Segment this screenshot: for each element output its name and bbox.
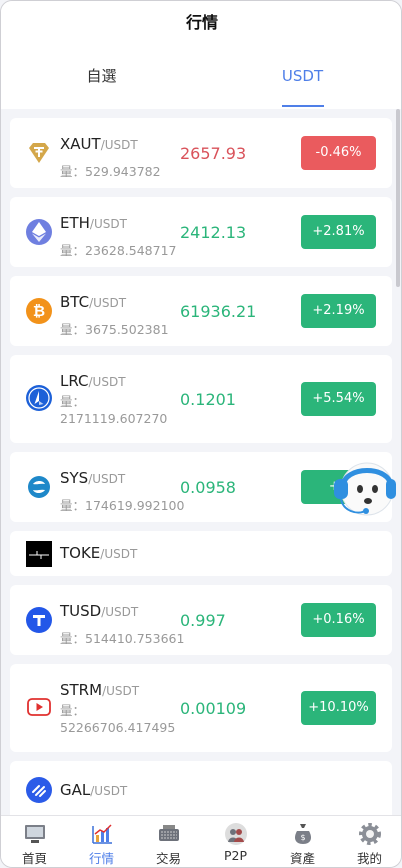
profile-gear-icon: [358, 823, 381, 845]
nav-trade[interactable]: 交易: [135, 816, 202, 867]
pair-quote: /USDT: [101, 605, 139, 619]
volume-value: 3675.502381: [85, 322, 169, 337]
change-badge[interactable]: -0.46%: [301, 136, 376, 170]
pair-base: TUSD: [60, 602, 102, 620]
volume-value: 529.943782: [85, 164, 161, 179]
nav-market[interactable]: 行情: [68, 816, 135, 867]
volume-value: 2171119.607270: [60, 411, 168, 426]
volume-label: 量：: [60, 164, 86, 179]
bottom-nav: 首頁 行情 交易 P2P $ 資產 我的: [1, 815, 401, 867]
volume-label: 量：: [60, 498, 86, 513]
tab-usdt[interactable]: USDT: [202, 45, 401, 109]
pair-quote: /USDT: [100, 547, 138, 561]
toke-icon: [26, 541, 52, 567]
loopring-icon: [26, 385, 52, 411]
home-icon: [24, 825, 45, 843]
p2p-people-icon: [224, 823, 247, 845]
change-badge[interactable]: +0.16%: [301, 603, 376, 637]
last-price: 0.1201: [180, 390, 236, 409]
change-badge[interactable]: +10.10%: [301, 691, 376, 725]
change-badge[interactable]: +2.81%: [301, 215, 376, 249]
asset-bag-icon: $: [294, 824, 311, 844]
tether-gold-icon: [26, 140, 52, 166]
syscoin-icon: [26, 474, 52, 500]
nav-label: 我的: [356, 851, 382, 866]
market-chart-icon: [91, 824, 112, 844]
volume-value: 23628.548717: [85, 243, 177, 258]
market-row-eth[interactable]: ETH/USDT 量：23628.548717 2412.13 +2.81%: [10, 197, 392, 267]
pair-quote: /USDT: [100, 138, 138, 152]
last-price: 2657.93: [180, 144, 247, 163]
change-badge[interactable]: +2.19%: [301, 294, 376, 328]
galxe-icon: [26, 777, 52, 803]
nav-label: 行情: [88, 851, 114, 866]
ethereum-icon: [26, 219, 52, 245]
pair-base: GAL: [60, 781, 91, 799]
nav-home[interactable]: 首頁: [1, 816, 68, 867]
market-row-gal[interactable]: GAL/USDT: [10, 761, 392, 815]
app-frame: 行情 自選 USDT XAUT/USDT 量：529.943782 2657.9…: [0, 0, 402, 868]
volume-label: 量：: [60, 322, 86, 337]
last-price: 0.997: [180, 611, 226, 630]
streamcoin-icon: [26, 694, 52, 720]
svg-text:$: $: [300, 833, 305, 842]
last-price: 61936.21: [180, 302, 257, 321]
nav-label: 首頁: [21, 851, 47, 866]
market-row-toke[interactable]: TOKE/USDT: [10, 531, 392, 576]
bitcoin-icon: ₿: [26, 298, 52, 324]
page-title: 行情: [1, 1, 401, 45]
volume-value: 514410.753661: [85, 631, 185, 646]
pair-quote: /USDT: [89, 296, 127, 310]
nav-label: 交易: [155, 851, 181, 866]
pair-base: XAUT: [60, 135, 101, 153]
pair-base: BTC: [60, 293, 90, 311]
volume-value: 52266706.417495: [60, 720, 176, 735]
nav-label: 資產: [289, 851, 315, 866]
list-scrollbar[interactable]: [396, 109, 400, 287]
change-badge[interactable]: +5.54%: [301, 382, 376, 416]
nav-label: P2P: [223, 848, 248, 863]
nav-p2p[interactable]: P2P: [202, 816, 269, 867]
tab-favorites[interactable]: 自選: [1, 45, 202, 109]
trueusd-icon: [26, 607, 52, 633]
volume-label: 量：: [60, 394, 86, 409]
pair-quote: /USDT: [90, 784, 128, 798]
volume-label: 量：: [60, 631, 86, 646]
market-row-strm[interactable]: STRM/USDT 量： 52266706.417495 0.00109 +10.…: [10, 664, 392, 752]
market-tabs: 自選 USDT: [1, 45, 401, 109]
market-row-btc[interactable]: ₿ BTC/USDT 量：3675.502381 61936.21 +2.19%: [10, 276, 392, 346]
pair-base: ETH: [60, 214, 90, 232]
pair-quote: /USDT: [88, 472, 126, 486]
pair-base: TOKE: [60, 544, 101, 562]
last-price: 0.0958: [180, 478, 236, 497]
nav-assets[interactable]: $ 資產: [269, 816, 336, 867]
pair-quote: /USDT: [88, 375, 126, 389]
volume-label: 量：: [60, 703, 86, 718]
pair-base: SYS: [60, 469, 89, 487]
pair-base: LRC: [60, 372, 89, 390]
pair-quote: /USDT: [89, 217, 127, 231]
volume-label: 量：: [60, 243, 86, 258]
pair-base: STRM: [60, 681, 103, 699]
pair-quote: /USDT: [102, 684, 140, 698]
market-row-tusd[interactable]: TUSD/USDT 量：514410.753661 0.997 +0.16%: [10, 585, 392, 655]
market-row-xaut[interactable]: XAUT/USDT 量：529.943782 2657.93 -0.46%: [10, 118, 392, 188]
trade-keyboard-icon: [158, 825, 179, 841]
last-price: 2412.13: [180, 223, 247, 242]
market-row-lrc[interactable]: LRC/USDT 量： 2171119.607270 0.1201 +5.54%: [10, 355, 392, 443]
last-price: 0.00109: [180, 699, 247, 718]
customer-support-mascot-icon[interactable]: [331, 451, 397, 521]
volume-value: 174619.992100: [85, 498, 185, 513]
nav-profile[interactable]: 我的: [336, 816, 401, 867]
